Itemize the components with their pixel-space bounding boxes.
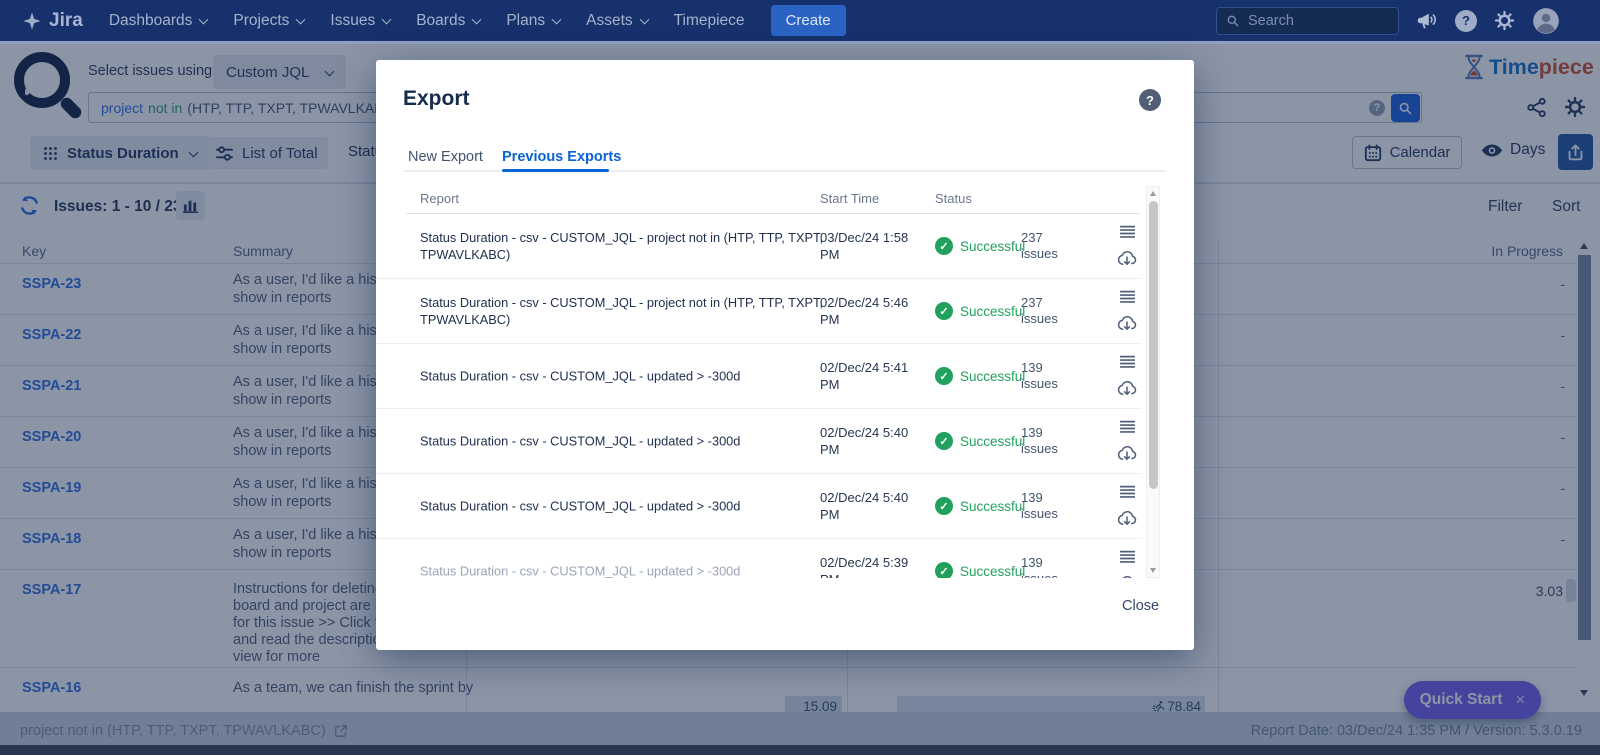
export-issue-count: 139issues [1021,360,1076,392]
chevron-down-icon [552,14,562,24]
export-report-name: Status Duration - csv - CUSTOM_JQL - upd… [420,498,824,515]
export-start-time: 02/Dec/24 5:40 PM [820,424,910,458]
export-start-time: 03/Dec/24 1:58 PM [820,229,910,263]
export-row: Status Duration - csv - CUSTOM_JQL - upd… [376,474,1142,539]
search-icon [1226,14,1240,28]
export-dialog: Export ? New Export Previous Exports Rep… [376,60,1194,650]
search-placeholder: Search [1248,13,1294,29]
export-status: ✓ Successful [935,432,1025,450]
row-menu-icon[interactable] [1119,486,1136,499]
export-report-name: Status Duration - csv - CUSTOM_JQL - upd… [420,368,824,385]
dialog-help-icon[interactable]: ? [1139,89,1161,111]
download-cloud-icon[interactable] [1116,444,1138,462]
tab-previous-exports[interactable]: Previous Exports [502,149,621,165]
download-cloud-icon[interactable] [1116,379,1138,397]
scrollbar-up-arrow[interactable] [1150,191,1156,196]
scrollbar-thumb[interactable] [1149,201,1158,489]
active-tab-underline [502,169,609,172]
success-check-icon: ✓ [935,237,953,255]
download-cloud-icon[interactable] [1116,249,1138,267]
top-navbar: Jira Dashboards Projects Issues Boards P… [0,0,1600,41]
chevron-down-icon [382,14,392,24]
export-start-time: 02/Dec/24 5:39 PM [820,554,910,578]
row-menu-icon[interactable] [1119,291,1136,304]
export-row: Status Duration - csv - CUSTOM_JQL - pro… [376,214,1142,279]
gear-icon[interactable] [1494,10,1515,31]
success-check-icon: ✓ [935,562,953,578]
user-avatar[interactable] [1532,7,1560,35]
download-cloud-icon[interactable] [1116,509,1138,527]
success-check-icon: ✓ [935,302,953,320]
success-check-icon: ✓ [935,497,953,515]
dialog-title: Export [403,87,470,111]
chevron-down-icon [296,14,306,24]
nav-boards[interactable]: Boards [416,12,480,30]
export-col-report: Report [420,191,459,206]
export-report-name: Status Duration - csv - CUSTOM_JQL - pro… [420,294,824,328]
chevron-down-icon [639,14,649,24]
download-cloud-icon[interactable] [1116,314,1138,332]
export-start-time: 02/Dec/24 5:40 PM [820,489,910,523]
export-issue-count: 139issues [1021,425,1076,457]
nav-plans[interactable]: Plans [506,12,560,30]
export-row: Status Duration - csv - CUSTOM_JQL - upd… [376,409,1142,474]
nav-projects[interactable]: Projects [233,12,304,30]
success-check-icon: ✓ [935,432,953,450]
chevron-down-icon [472,14,482,24]
export-issue-count: 237issues [1021,230,1076,262]
export-row: Status Duration - csv - CUSTOM_JQL - pro… [376,279,1142,344]
row-menu-icon[interactable] [1119,551,1136,564]
export-col-status: Status [935,191,972,206]
row-menu-icon[interactable] [1119,421,1136,434]
scrollbar-down-arrow[interactable] [1150,568,1156,573]
navbar-search-input[interactable]: Search [1216,7,1399,35]
jira-mark-icon [22,11,42,31]
export-status: ✓ Successful [935,562,1025,578]
export-status: ✓ Successful [935,367,1025,385]
chevron-down-icon [199,14,209,24]
export-report-name: Status Duration - csv - CUSTOM_JQL - pro… [420,229,824,263]
tab-new-export[interactable]: New Export [408,149,483,165]
create-button[interactable]: Create [771,5,846,36]
success-check-icon: ✓ [935,367,953,385]
export-start-time: 02/Dec/24 5:41 PM [820,359,910,393]
nav-dashboards[interactable]: Dashboards [109,12,208,30]
export-row: Status Duration - csv - CUSTOM_JQL - upd… [376,344,1142,409]
export-issue-count: 237issues [1021,295,1076,327]
nav-assets[interactable]: Assets [586,12,648,30]
row-menu-icon[interactable] [1119,226,1136,239]
export-list-viewport: Status Duration - csv - CUSTOM_JQL - pro… [376,214,1142,578]
export-status: ✓ Successful [935,497,1025,515]
export-start-time: 02/Dec/24 5:46 PM [820,294,910,328]
brand-label: Jira [49,10,83,32]
close-button[interactable]: Close [1122,598,1159,614]
export-row: Status Duration - csv - CUSTOM_JQL - upd… [376,539,1142,578]
announcements-megaphone-icon[interactable] [1416,10,1438,32]
nav-issues[interactable]: Issues [330,12,390,30]
export-report-name: Status Duration - csv - CUSTOM_JQL - upd… [420,433,824,450]
export-status: ✓ Successful [935,237,1025,255]
nav-timepiece[interactable]: Timepiece [674,12,745,30]
export-status: ✓ Successful [935,302,1025,320]
jira-logo[interactable]: Jira [22,10,83,32]
download-cloud-icon[interactable] [1116,574,1138,579]
bottom-strip [0,745,1600,755]
export-list-scrollbar[interactable] [1146,186,1160,578]
navbar-bottom-strip [0,41,1600,44]
export-report-name: Status Duration - csv - CUSTOM_JQL - upd… [420,563,824,579]
row-menu-icon[interactable] [1119,356,1136,369]
export-col-start-time: Start Time [820,191,879,206]
export-issue-count: 139issues [1021,490,1076,522]
help-ic</span>on[interactable]: ? [1455,10,1477,32]
export-issue-count: 139issues [1021,555,1076,578]
